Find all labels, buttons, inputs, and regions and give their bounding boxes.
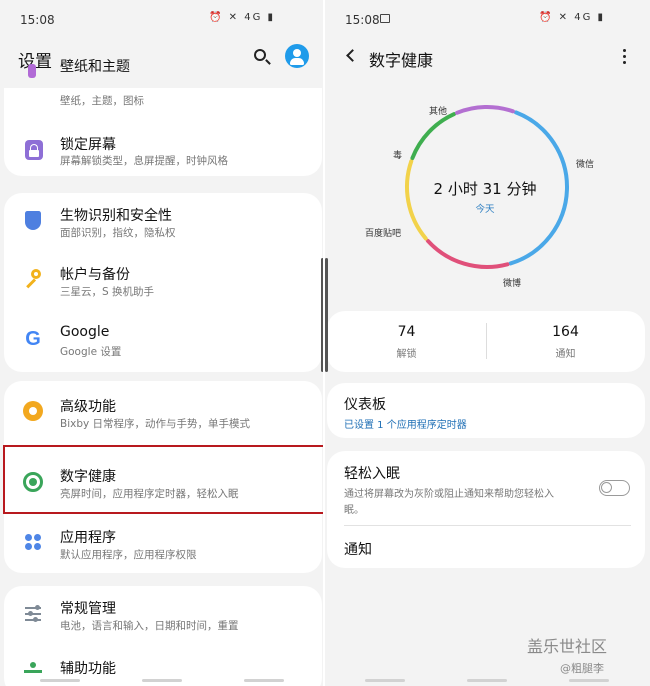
settings-item-subtitle: 壁纸，主题，图标 bbox=[60, 95, 144, 107]
time-period-label: 今天 bbox=[475, 204, 495, 215]
settings-item-advanced-features[interactable]: 高级功能 Bixby 日常程序，动作与手势，单手模式 bbox=[4, 381, 322, 443]
google-icon: G bbox=[25, 328, 41, 350]
ring-segment-2 bbox=[405, 159, 428, 241]
wind-down-description: 通过将屏幕改为灰阶或阻止通知来帮助您轻松入 bbox=[344, 489, 554, 500]
settings-card-security: 生物识别和安全性 面部识别，指纹，隐私权 帐户与备份 三星云，S 换机助手 G … bbox=[4, 193, 322, 372]
settings-item-title: 高级功能 bbox=[60, 399, 116, 415]
settings-item-general-management[interactable]: 常规管理 电池，语言和输入，日期和时间，重置 bbox=[4, 586, 322, 646]
dashboard-subtitle: 已设置 1 个应用程序定时器 bbox=[344, 420, 467, 431]
nav-hint bbox=[467, 679, 507, 682]
more-options-icon[interactable] bbox=[620, 48, 630, 66]
lock-icon bbox=[25, 140, 43, 160]
notifications-count-label: 通知 bbox=[555, 349, 576, 360]
settings-item-subtitle: 默认应用程序，应用程序权限 bbox=[60, 549, 197, 561]
segment-label-du: 毒 bbox=[393, 151, 403, 161]
segment-label-weibo: 微博 bbox=[503, 279, 522, 289]
settings-screen: 15:08 ⏰ ✕ 4G ▮ 设置 壁纸和主题 壁纸，主题，图标 锁定屏幕 屏幕… bbox=[0, 0, 325, 686]
settings-item-subtitle: 屏幕解锁类型，息屏提醒，时钟风格 bbox=[60, 155, 228, 167]
gallery-notification-icon bbox=[380, 14, 390, 23]
settings-item-subtitle: 三星云，S 换机助手 bbox=[60, 286, 155, 298]
settings-item-title: 应用程序 bbox=[60, 530, 116, 546]
status-icons: ⏰ ✕ 4G ▮ bbox=[209, 12, 275, 23]
ring-segment-3 bbox=[410, 112, 457, 161]
unlocks-label: 解锁 bbox=[396, 349, 417, 360]
usage-stats-card: 74 解锁 164 通知 bbox=[327, 311, 645, 372]
status-bar: 15:08 ⏰ ✕ 4G ▮ bbox=[0, 0, 325, 38]
notifications-count: 164 bbox=[552, 324, 579, 340]
status-bar: 15:08 ⏰ ✕ 4G ▮ bbox=[325, 0, 650, 38]
unlocks-value: 74 bbox=[397, 324, 416, 340]
settings-item-title: 帐户与备份 bbox=[60, 267, 130, 283]
nav-hint bbox=[40, 679, 80, 682]
settings-card-general: 常规管理 电池，语言和输入，日期和时间，重置 辅助功能 bbox=[4, 586, 322, 686]
settings-item-subtitle: 面部识别，指纹，隐私权 bbox=[60, 227, 176, 239]
settings-item-lock-screen[interactable]: 锁定屏幕 屏幕解锁类型，息屏提醒，时钟风格 bbox=[4, 128, 322, 176]
nav-hint bbox=[142, 679, 182, 682]
notifications-item[interactable]: 通知 bbox=[344, 539, 372, 559]
sliders-icon bbox=[23, 604, 43, 624]
settings-item-accounts-backup[interactable]: 帐户与备份 三星云，S 换机助手 bbox=[4, 253, 322, 313]
status-icons: ⏰ ✕ 4G ▮ bbox=[539, 12, 605, 23]
settings-item-title: 壁纸和主题 bbox=[60, 59, 130, 75]
settings-item-title: 辅助功能 bbox=[60, 661, 116, 677]
shield-icon bbox=[25, 211, 41, 230]
highlight-outline bbox=[3, 445, 325, 514]
advanced-features-icon bbox=[23, 401, 43, 421]
settings-card-display: 壁纸和主题 壁纸，主题，图标 锁定屏幕 屏幕解锁类型，息屏提醒，时钟风格 bbox=[4, 59, 322, 176]
settings-item-title: Google bbox=[60, 324, 110, 340]
wind-down-item[interactable]: 轻松入眠 通过将屏幕改为灰阶或阻止通知来帮助您轻松入 眠。 bbox=[327, 451, 645, 525]
settings-item-title: 生物识别和安全性 bbox=[60, 208, 172, 224]
settings-item-subtitle: Bixby 日常程序，动作与手势，单手模式 bbox=[60, 418, 251, 430]
page-title: 数字健康 bbox=[369, 51, 434, 70]
wallpaper-icon bbox=[28, 64, 36, 78]
status-time: 15:08 bbox=[20, 13, 55, 27]
settings-item-title: 常规管理 bbox=[60, 601, 116, 617]
settings-item-title: 锁定屏幕 bbox=[60, 137, 116, 153]
status-time: 15:08 bbox=[345, 13, 380, 27]
wind-down-title: 轻松入眠 bbox=[344, 466, 400, 482]
segment-label-wechat: 微信 bbox=[576, 160, 595, 170]
settings-item-subtitle: Google 设置 bbox=[60, 346, 122, 358]
list-divider bbox=[344, 525, 631, 526]
digital-wellbeing-screen: 15:08 ⏰ ✕ 4G ▮ 数字健康 其他 毒 微信 百度贴吧 微博 2 小时… bbox=[325, 0, 650, 686]
apps-icon bbox=[23, 532, 43, 552]
nav-hint bbox=[365, 679, 405, 682]
ring-segment-4 bbox=[455, 105, 515, 115]
dashboard-title: 仪表板 bbox=[344, 397, 386, 413]
scrollbar[interactable] bbox=[325, 258, 328, 372]
nav-hint bbox=[244, 679, 284, 682]
settings-item-wallpaper[interactable]: 壁纸和主题 壁纸，主题，图标 bbox=[4, 59, 322, 118]
watermark-author: @粗腿李 bbox=[560, 662, 604, 675]
total-screen-time: 2 小时 31 分钟 bbox=[433, 180, 537, 198]
key-icon bbox=[23, 269, 43, 289]
dashboard-item[interactable]: 仪表板 已设置 1 个应用程序定时器 bbox=[327, 383, 645, 438]
nav-hint bbox=[569, 679, 609, 682]
segment-label-tieba: 百度贴吧 bbox=[365, 229, 402, 239]
segment-label-other: 其他 bbox=[429, 107, 448, 117]
settings-item-biometrics[interactable]: 生物识别和安全性 面部识别，指纹，隐私权 bbox=[4, 193, 322, 253]
wind-down-toggle[interactable] bbox=[599, 480, 630, 496]
wind-down-card: 轻松入眠 通过将屏幕改为灰阶或阻止通知来帮助您轻松入 眠。 通知 bbox=[327, 451, 645, 568]
settings-item-google[interactable]: G Google Google 设置 bbox=[4, 313, 322, 372]
search-icon[interactable] bbox=[252, 47, 272, 67]
wind-down-description-line2: 眠。 bbox=[344, 505, 364, 516]
back-icon[interactable] bbox=[344, 48, 359, 64]
account-icon[interactable] bbox=[285, 44, 309, 68]
ring-segment-1 bbox=[425, 238, 510, 269]
watermark: 盖乐世社区 bbox=[527, 637, 608, 656]
settings-item-apps[interactable]: 应用程序 默认应用程序，应用程序权限 bbox=[4, 512, 322, 573]
settings-item-subtitle: 电池，语言和输入，日期和时间，重置 bbox=[60, 620, 239, 632]
